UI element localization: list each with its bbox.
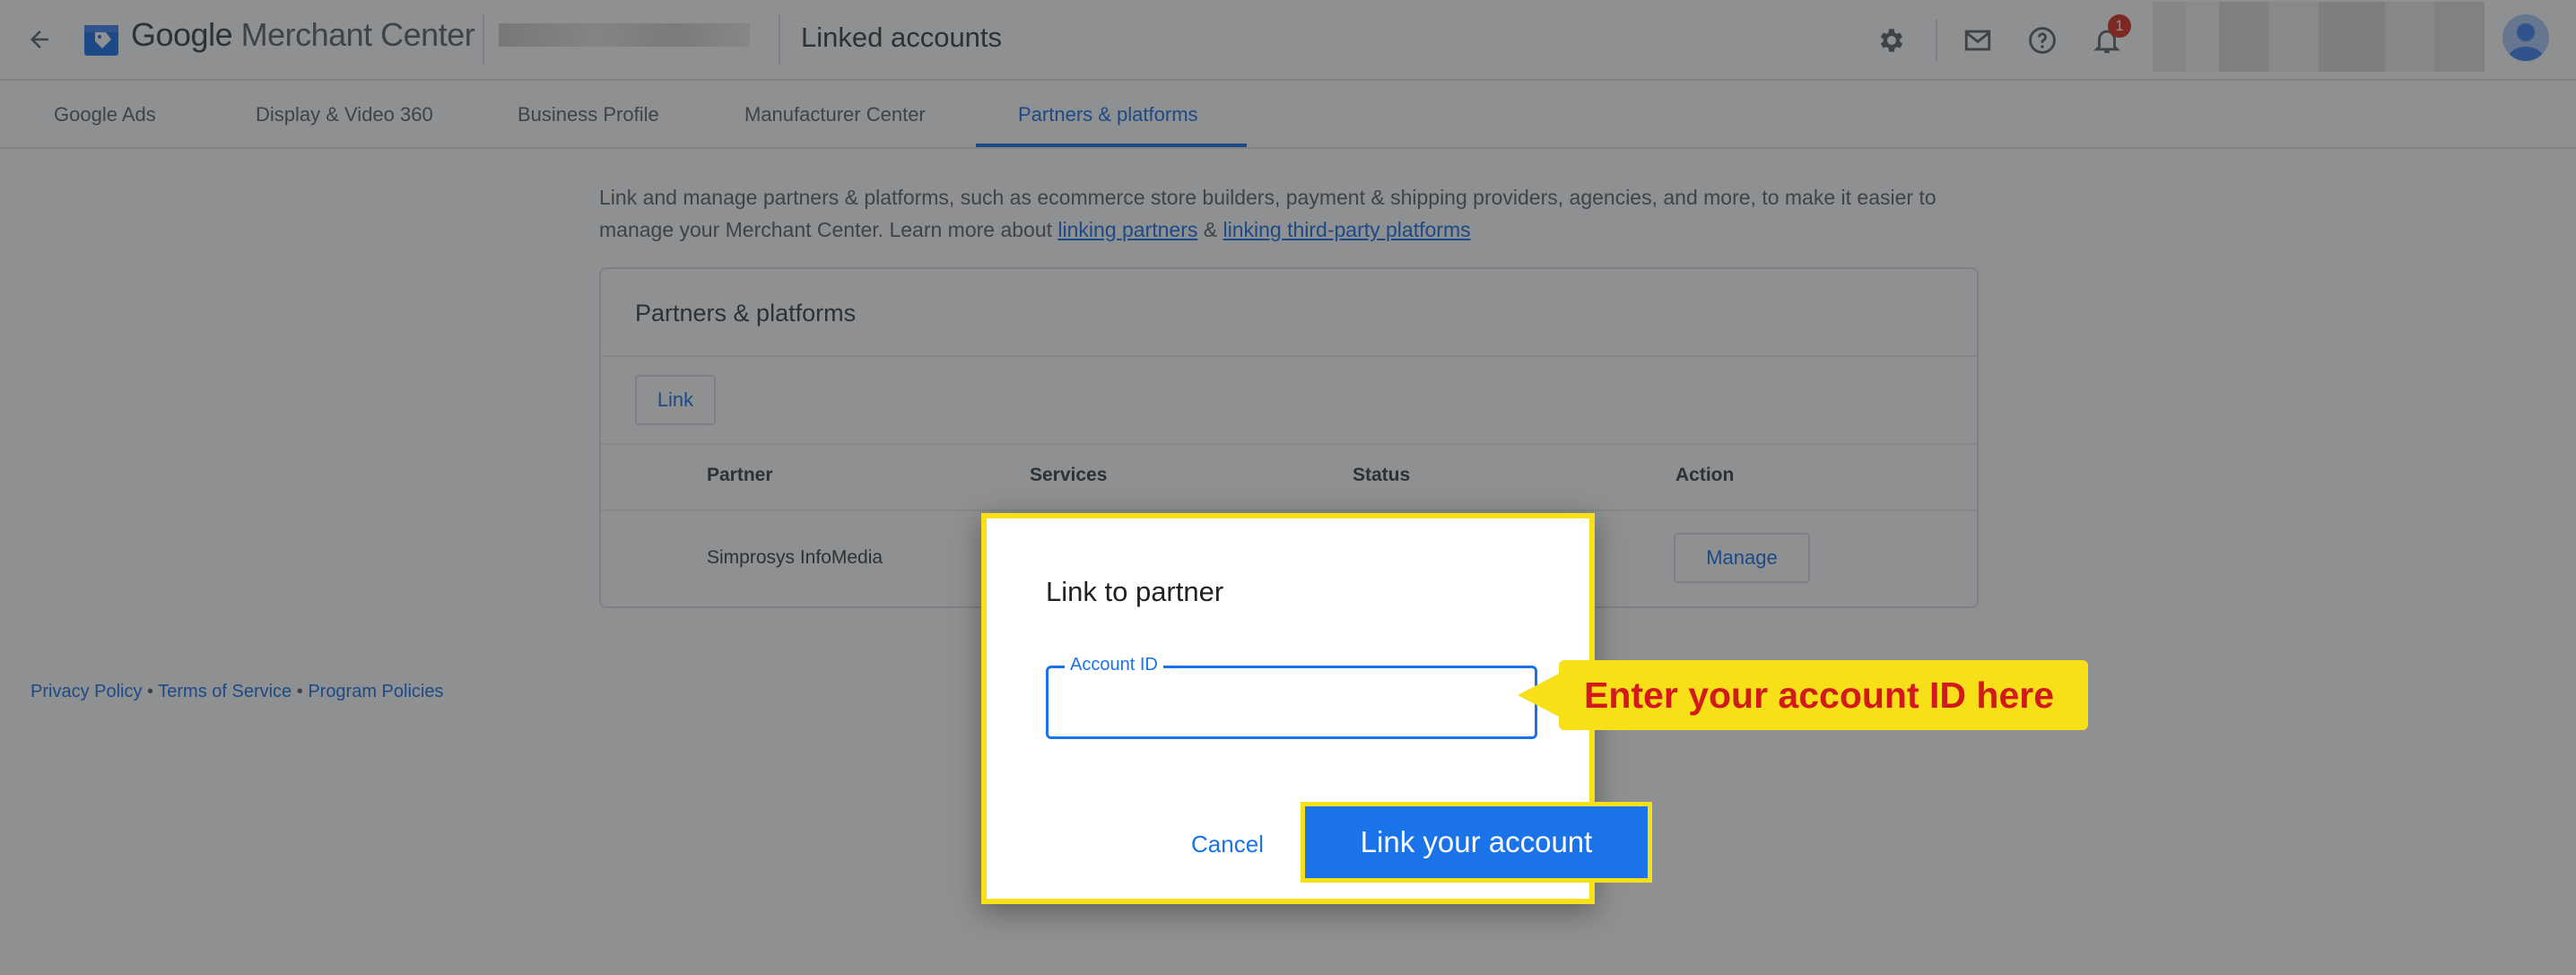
cancel-button[interactable]: Cancel — [1191, 831, 1264, 858]
account-id-input[interactable] — [1061, 684, 1522, 722]
callout-pointer — [1518, 674, 1559, 717]
link-your-account-button[interactable]: Link your account — [1301, 802, 1652, 883]
dialog-title: Link to partner — [1046, 576, 1224, 607]
account-id-field: Account ID — [1046, 655, 1537, 739]
account-id-label: Account ID — [1065, 655, 1163, 675]
callout-annotation: Enter your account ID here — [1559, 660, 2088, 730]
